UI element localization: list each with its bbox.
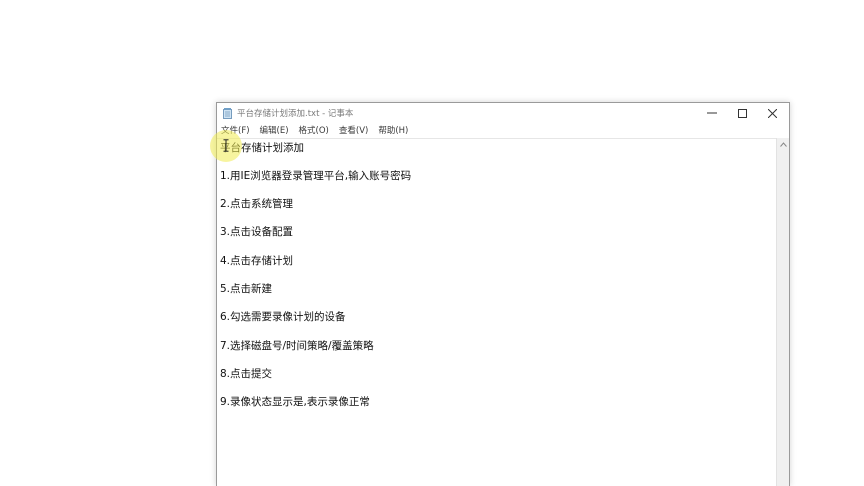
menu-bar: 文件(F) 编辑(E) 格式(O) 查看(V) 帮助(H) bbox=[217, 124, 789, 138]
text-editor[interactable]: 平台存储计划添加 1.用IE浏览器登录管理平台,输入账号密码 2.点击系统管理 … bbox=[217, 138, 776, 486]
menu-help[interactable]: 帮助(H) bbox=[373, 124, 413, 138]
text-line: 7.选择磁盘号/时间策略/覆盖策略 bbox=[220, 340, 374, 352]
scroll-up-button[interactable] bbox=[777, 138, 789, 150]
close-icon bbox=[767, 108, 777, 118]
notepad-window: 平台存储计划添加.txt - 记事本 文件(F) 编辑(E) 格式(O) 查看(… bbox=[216, 102, 790, 486]
text-line: 2.点击系统管理 bbox=[220, 198, 294, 210]
text-line: 9.录像状态显示是,表示录像正常 bbox=[220, 396, 370, 408]
close-button[interactable] bbox=[757, 103, 787, 123]
menu-format[interactable]: 格式(O) bbox=[294, 124, 334, 138]
window-title: 平台存储计划添加.txt - 记事本 bbox=[237, 109, 354, 119]
minimize-icon bbox=[707, 112, 717, 114]
maximize-button[interactable] bbox=[727, 103, 757, 123]
maximize-icon bbox=[737, 108, 747, 118]
text-line: 5.点击新建 bbox=[220, 283, 273, 295]
title-bar[interactable]: 平台存储计划添加.txt - 记事本 bbox=[217, 103, 789, 123]
menu-edit[interactable]: 编辑(E) bbox=[255, 124, 294, 138]
scroll-up-icon bbox=[779, 141, 787, 147]
text-cursor-icon bbox=[223, 139, 229, 152]
menu-view[interactable]: 查看(V) bbox=[334, 124, 373, 138]
text-line: 3.点击设备配置 bbox=[220, 226, 294, 238]
text-line: 8.点击提交 bbox=[220, 368, 273, 380]
vertical-scrollbar[interactable] bbox=[776, 138, 789, 486]
text-line: 4.点击存储计划 bbox=[220, 255, 294, 267]
text-line: 1.用IE浏览器登录管理平台,输入账号密码 bbox=[220, 170, 412, 182]
minimize-button[interactable] bbox=[697, 103, 727, 123]
notepad-icon bbox=[223, 108, 232, 119]
text-line: 6.勾选需要录像计划的设备 bbox=[220, 311, 346, 323]
